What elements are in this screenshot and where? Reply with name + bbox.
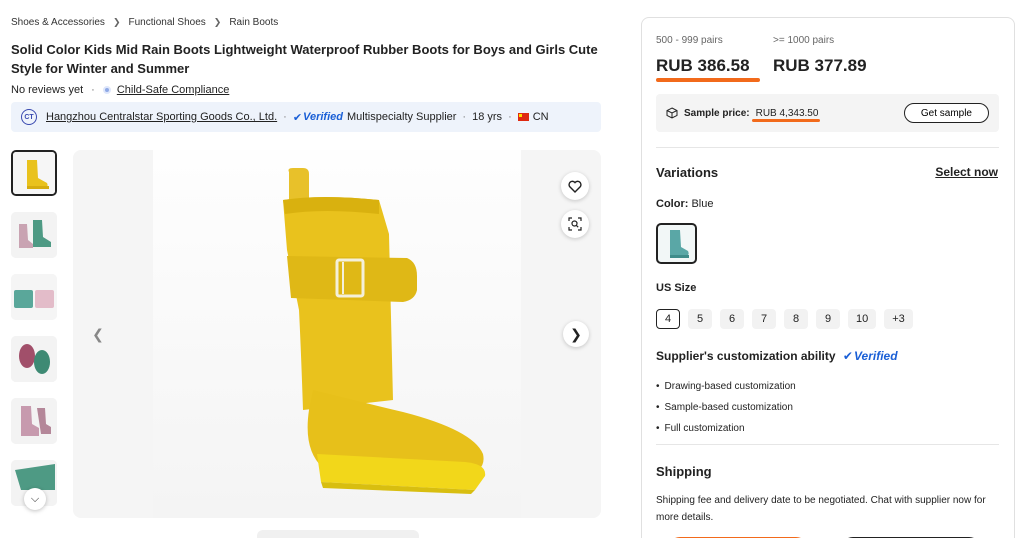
gallery-tabs[interactable] xyxy=(257,530,419,538)
supplier-years: 18 yrs xyxy=(472,111,503,123)
thumbnail-boot-pair-tops[interactable] xyxy=(11,274,57,320)
chevron-right-icon: ❯ xyxy=(570,325,582,342)
color-label: Color: Blue xyxy=(656,198,713,210)
get-sample-button[interactable]: Get sample xyxy=(903,103,989,123)
boot-soles-thumb-image xyxy=(11,336,57,382)
supplier-name-link[interactable]: Hangzhou Centralstar Sporting Goods Co.,… xyxy=(46,111,277,123)
boot-pair-tops-thumb-image xyxy=(11,274,57,320)
chevron-right-icon: ❯ xyxy=(112,17,121,27)
pink-green-boots-thumb-image xyxy=(11,212,57,258)
list-item: Sample-based customization xyxy=(656,397,796,418)
reviews-text: No reviews yet xyxy=(11,84,84,96)
thumbnail-yellow-boot[interactable] xyxy=(11,150,57,196)
variations-title: Variations xyxy=(656,165,719,180)
customization-title-text: Supplier's customization ability xyxy=(656,349,836,363)
tier-range-1: 500 - 999 pairs xyxy=(656,35,723,46)
verified-check-icon: ✔ xyxy=(842,349,853,363)
favorite-button[interactable] xyxy=(561,172,589,200)
breadcrumb-item-functional-shoes[interactable]: Functional Shoes xyxy=(128,17,205,28)
shipping-text: Shipping fee and delivery date to be neg… xyxy=(656,495,986,523)
thumbnails-scroll-down-button[interactable]: ⌵ xyxy=(24,488,46,510)
size-option-4[interactable]: 4 xyxy=(656,309,680,329)
gallery-prev-button[interactable]: ❮ xyxy=(85,321,111,347)
separator-dot: · xyxy=(508,111,512,123)
breadcrumb-item-rain-boots[interactable]: Rain Boots xyxy=(229,17,278,28)
thumbnail-pink-green-boots[interactable] xyxy=(11,212,57,258)
main-product-image[interactable] xyxy=(153,150,521,518)
supplier-logo[interactable]: CT xyxy=(21,109,37,125)
divider xyxy=(656,444,999,445)
shipping-title: Shipping xyxy=(656,464,712,479)
yellow-boot-thumb-image xyxy=(13,152,55,194)
product-title: Solid Color Kids Mid Rain Boots Lightwei… xyxy=(11,42,598,76)
size-options: 4 5 6 7 8 9 10 +3 xyxy=(656,309,921,329)
verified-label: Verified xyxy=(853,349,898,363)
chevron-down-icon: ⌵ xyxy=(30,492,40,505)
color-label-key: Color: xyxy=(656,198,689,210)
separator-dot: · xyxy=(462,111,467,123)
highlight-underline xyxy=(656,78,760,82)
verified-check-icon: ✔ xyxy=(292,111,303,124)
size-option-10[interactable]: 10 xyxy=(848,309,877,329)
divider xyxy=(656,147,999,148)
customization-list: Drawing-based customization Sample-based… xyxy=(656,376,796,439)
size-more-button[interactable]: +3 xyxy=(884,309,913,329)
color-swatch-blue[interactable] xyxy=(656,223,697,264)
supplier-country: CN xyxy=(532,111,549,123)
size-option-7[interactable]: 7 xyxy=(752,309,776,329)
child-safe-compliance-link[interactable]: Child-Safe Compliance xyxy=(117,84,230,96)
size-option-9[interactable]: 9 xyxy=(816,309,840,329)
image-search-icon xyxy=(568,217,582,231)
chevron-right-icon: ❯ xyxy=(213,17,222,27)
chevron-left-icon: ❮ xyxy=(92,325,104,342)
verified-badge[interactable]: ✔ Verified xyxy=(293,111,343,124)
sample-price-value: RUB 4,343.50 xyxy=(755,107,819,119)
gallery-next-button[interactable]: ❯ xyxy=(563,321,589,347)
product-gallery: ❮ ❯ xyxy=(73,150,601,518)
color-label-value: Blue xyxy=(691,198,714,210)
verified-label: Verified xyxy=(303,111,343,123)
image-search-button[interactable] xyxy=(561,210,589,238)
heart-icon xyxy=(568,180,582,193)
pink-boots-thumb-image xyxy=(11,398,57,444)
china-flag-icon xyxy=(517,113,529,121)
separator-dot: · xyxy=(91,84,95,96)
thumbnail-pink-boots[interactable] xyxy=(11,398,57,444)
customization-verified-badge[interactable]: ✔ Verified xyxy=(843,349,898,363)
sample-price-label: Sample price: xyxy=(684,107,750,119)
tier-price-2: RUB 377.89 xyxy=(773,56,867,75)
thumbnail-strip xyxy=(11,150,59,518)
list-item: Full customization xyxy=(656,418,796,439)
tier-price-1: RUB 386.58 xyxy=(656,56,750,75)
size-option-8[interactable]: 8 xyxy=(784,309,808,329)
compliance-badge-icon xyxy=(102,86,111,94)
breadcrumb-item-shoes-accessories[interactable]: Shoes & Accessories xyxy=(11,17,105,28)
size-option-6[interactable]: 6 xyxy=(720,309,744,329)
tier-range-2: >= 1000 pairs xyxy=(773,35,835,46)
us-size-title: US Size xyxy=(656,282,697,294)
purchase-panel: 500 - 999 pairs >= 1000 pairs RUB 386.58… xyxy=(641,17,1015,538)
reviews-row: No reviews yet · Child-Safe Compliance xyxy=(11,84,229,96)
breadcrumb: Shoes & Accessories ❯ Functional Shoes ❯… xyxy=(11,17,278,28)
highlight-underline xyxy=(752,119,820,122)
supplier-bar: CT Hangzhou Centralstar Sporting Goods C… xyxy=(11,102,601,132)
box-icon xyxy=(666,107,678,119)
supplier-type: Multispecialty Supplier xyxy=(346,111,457,123)
size-option-5[interactable]: 5 xyxy=(688,309,712,329)
customization-title: Supplier's customization ability ✔ Verifi… xyxy=(656,349,898,363)
select-now-link[interactable]: Select now xyxy=(935,165,998,179)
separator-dot: · xyxy=(283,111,287,123)
yellow-rain-boot-image xyxy=(283,168,486,494)
thumbnail-boot-soles[interactable] xyxy=(11,336,57,382)
sample-price-box: Sample price: RUB 4,343.50 Get sample xyxy=(656,94,999,132)
blue-boot-swatch-image xyxy=(670,230,689,258)
list-item: Drawing-based customization xyxy=(656,376,796,397)
